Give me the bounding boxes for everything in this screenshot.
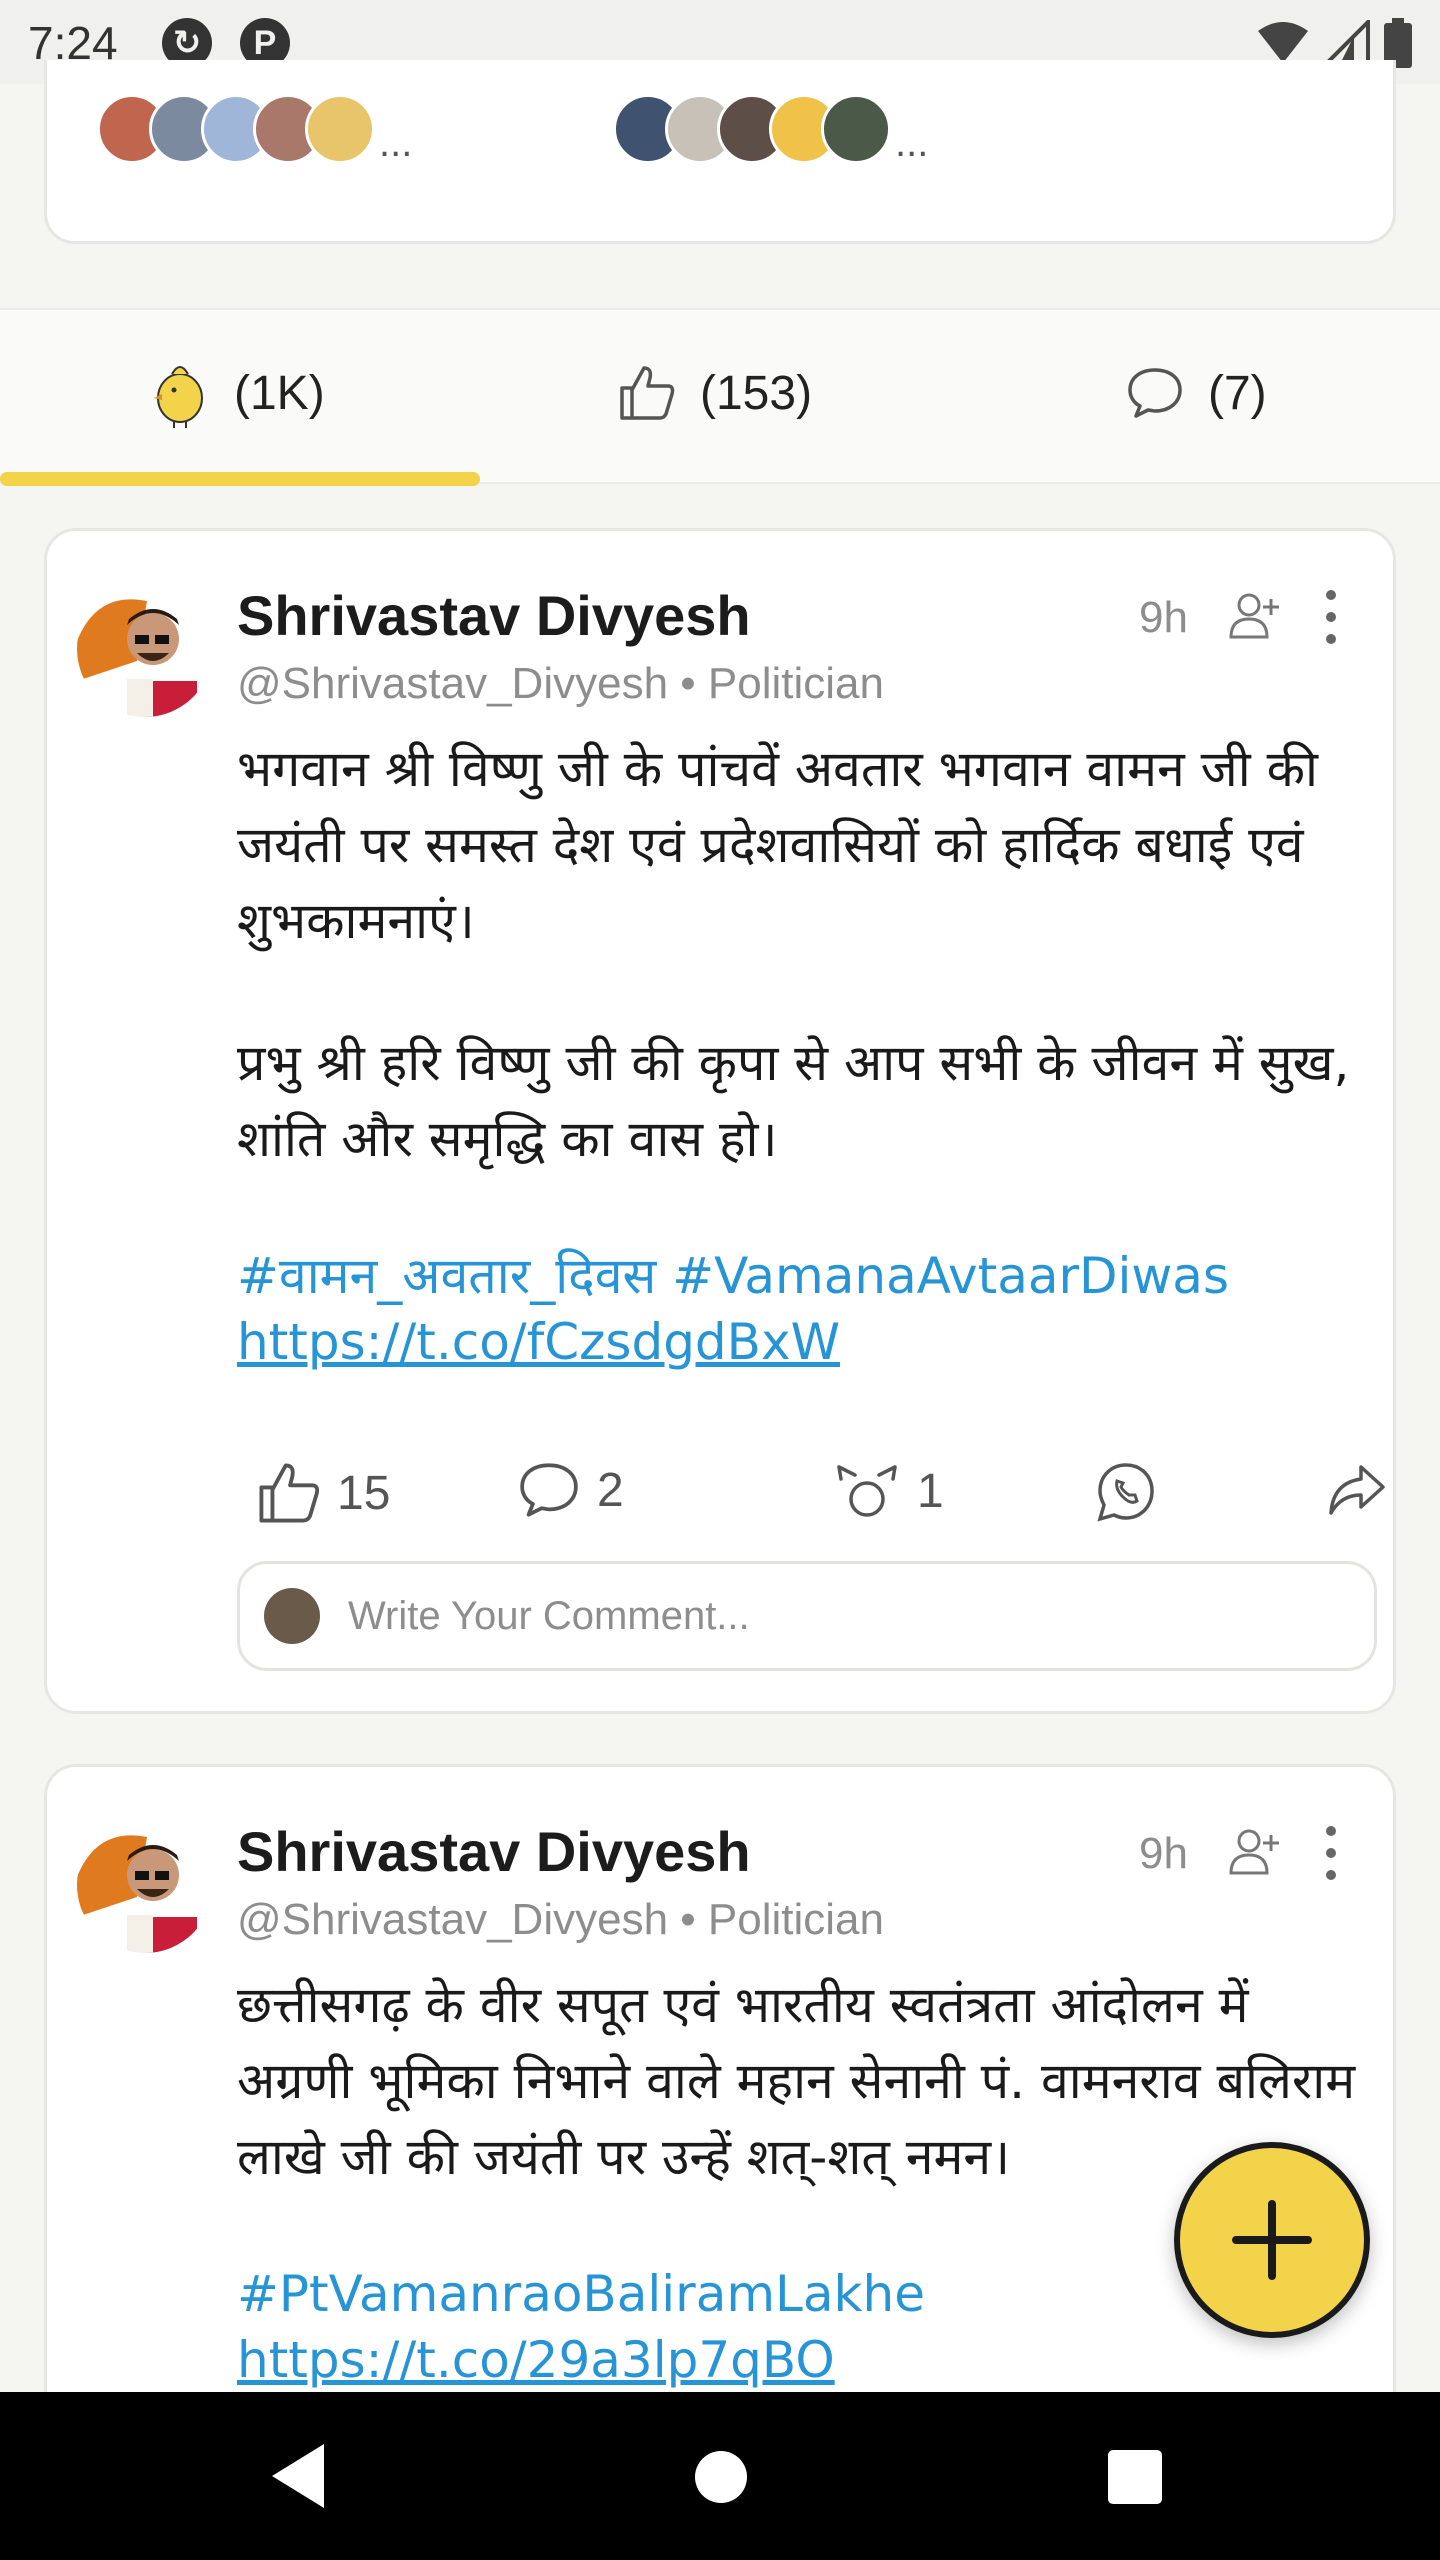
post-hashtags[interactable]: #PtVamanraoBaliramLakhe <box>237 2265 925 2323</box>
whatsapp-icon <box>1097 1463 1154 1522</box>
tab-likes-label: (153) <box>700 366 813 420</box>
post-time: 9h <box>1139 1829 1188 1878</box>
thumbs-up-icon <box>259 1463 320 1523</box>
rekoo-button[interactable]: 1 <box>833 1461 944 1521</box>
tab-comments[interactable]: (7) <box>1126 358 1267 428</box>
author-meta: @Shrivastav_Divyesh • Politician <box>237 1895 884 1945</box>
tab-likes[interactable]: (153) <box>618 358 812 428</box>
create-post-button[interactable] <box>1174 2142 1370 2338</box>
thumbs-up-icon <box>620 366 675 420</box>
system-navigation-bar <box>0 2392 1440 2560</box>
avatar-group-1[interactable]: ... <box>97 92 412 166</box>
post-body: भगवान श्री विष्णु जी के पांचवें अवतार भग… <box>237 731 1367 1375</box>
chick-icon <box>154 366 203 428</box>
follow-user-icon[interactable] <box>1227 1823 1283 1879</box>
post-text: छत्तीसगढ़ के वीर सपूत एवं भारतीय स्वतंत्… <box>237 1976 1356 2186</box>
rekoo-icon <box>837 1465 897 1517</box>
comment-count: 2 <box>597 1463 624 1517</box>
back-icon[interactable] <box>268 2442 328 2510</box>
author-avatar[interactable] <box>77 581 213 717</box>
like-button[interactable]: 15 <box>257 1461 390 1525</box>
avatar <box>821 94 891 164</box>
post-hashtags[interactable]: #वामन_अवतार_दिवस #VamanaAvtaarDiwas <box>237 1243 1367 1309</box>
post-link[interactable]: https://t.co/29a3lp7qBO <box>237 2331 835 2389</box>
author-handle[interactable]: @Shrivastav_Divyesh <box>237 659 668 708</box>
share-arrow-icon <box>1329 1465 1385 1515</box>
post-card[interactable]: Shrivastav Divyesh @Shrivastav_Divyesh •… <box>44 528 1396 1714</box>
post-text: भगवान श्री विष्णु जी के पांचवें अवतार भग… <box>237 740 1318 950</box>
avatar <box>305 94 375 164</box>
post-text: प्रभु श्री हरि विष्णु जी की कृपा से आप स… <box>237 1034 1350 1168</box>
plus-icon <box>1232 2200 1312 2280</box>
author-handle[interactable]: @Shrivastav_Divyesh <box>237 1895 668 1944</box>
avatar-group-more: ... <box>895 121 929 165</box>
active-tab-indicator <box>0 472 480 486</box>
comment-input[interactable]: Write Your Comment... <box>237 1561 1377 1671</box>
share-button[interactable] <box>1327 1461 1387 1517</box>
whatsapp-share-button[interactable] <box>1095 1461 1157 1523</box>
tab-koos[interactable]: (1K) <box>150 358 325 428</box>
avatar-group-more: ... <box>379 121 413 165</box>
author-role: • Politician <box>680 1895 884 1944</box>
post-actions: 15 2 1 <box>257 1461 1387 1541</box>
avatar-group-2[interactable]: ... <box>613 92 928 166</box>
author-avatar-image <box>77 1817 213 1953</box>
author-avatar-image <box>77 581 213 717</box>
more-options-icon[interactable] <box>1321 1825 1341 1881</box>
post-card[interactable]: Shrivastav Divyesh @Shrivastav_Divyesh •… <box>44 1764 1396 2424</box>
rekoo-count: 1 <box>917 1464 944 1518</box>
recents-icon[interactable] <box>1108 2450 1162 2504</box>
post-link[interactable]: https://t.co/fCzsdgdBxW <box>237 1309 1367 1375</box>
speech-bubble-icon <box>1128 368 1182 418</box>
current-user-avatar <box>264 1588 320 1644</box>
reaction-tab-bar: (1K) (153) (7) <box>0 308 1440 486</box>
comment-placeholder: Write Your Comment... <box>348 1593 750 1638</box>
more-options-icon[interactable] <box>1321 589 1341 645</box>
author-avatar[interactable] <box>77 1817 213 1953</box>
home-icon[interactable] <box>694 2450 748 2504</box>
comment-button[interactable]: 2 <box>517 1461 624 1519</box>
author-name[interactable]: Shrivastav Divyesh <box>237 1819 751 1884</box>
tab-comments-label: (7) <box>1208 366 1267 420</box>
tab-koos-label: (1K) <box>234 366 325 420</box>
like-count: 15 <box>337 1466 391 1520</box>
author-role: • Politician <box>680 659 884 708</box>
supporters-card[interactable]: ... ... <box>44 60 1396 244</box>
author-meta: @Shrivastav_Divyesh • Politician <box>237 659 884 709</box>
wifi-icon <box>1258 22 1308 63</box>
author-name[interactable]: Shrivastav Divyesh <box>237 583 751 648</box>
post-time: 9h <box>1139 593 1188 642</box>
follow-user-icon[interactable] <box>1227 587 1283 643</box>
speech-bubble-icon <box>520 1463 578 1517</box>
